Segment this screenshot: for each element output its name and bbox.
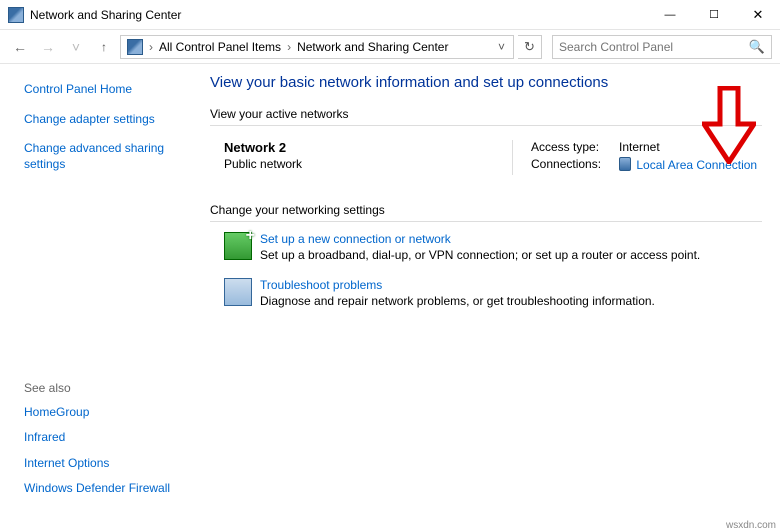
address-dropdown-icon[interactable]: ˅ [492, 40, 511, 54]
network-identity: Network 2 Public network [224, 140, 512, 175]
troubleshoot-item: Troubleshoot problems Diagnose and repai… [224, 278, 762, 308]
sidebar-control-panel-home[interactable]: Control Panel Home [24, 82, 132, 96]
network-details: Access type: Internet Connections: Local… [512, 140, 762, 175]
window-title: Network and Sharing Center [30, 8, 648, 22]
main-panel: View your basic network information and … [200, 64, 780, 517]
close-button[interactable]: ✕ [736, 0, 780, 30]
watermark: wsxdn.com [726, 520, 776, 531]
breadcrumb-current[interactable]: Network and Sharing Center [293, 40, 452, 54]
app-icon [8, 7, 24, 23]
connection-link[interactable]: Local Area Connection [636, 158, 757, 172]
breadcrumb-chevron-icon[interactable]: › [285, 40, 293, 54]
maximize-button[interactable]: ☐ [692, 0, 736, 30]
breadcrumb-chevron-icon[interactable]: › [147, 40, 155, 54]
navigation-bar: ← → ˅ ↑ › All Control Panel Items › Netw… [0, 30, 780, 64]
see-also-internet-options[interactable]: Internet Options [24, 456, 109, 470]
setup-connection-icon [224, 232, 252, 260]
forward-button[interactable]: → [36, 35, 60, 59]
sidebar: Control Panel Home Change adapter settin… [0, 64, 200, 517]
network-name: Network 2 [224, 140, 512, 155]
page-heading: View your basic network information and … [210, 74, 762, 91]
change-settings-heading: Change your networking settings [210, 203, 762, 222]
access-type-label: Access type: [531, 140, 619, 154]
see-also-section: See also HomeGroup Infrared Internet Opt… [24, 371, 190, 507]
see-also-homegroup[interactable]: HomeGroup [24, 405, 89, 419]
search-icon[interactable]: 🔍 [749, 39, 765, 55]
setup-connection-desc: Set up a broadband, dial-up, or VPN conn… [260, 248, 700, 262]
address-bar[interactable]: › All Control Panel Items › Network and … [120, 35, 514, 59]
search-box[interactable]: 🔍 [552, 35, 772, 59]
minimize-button[interactable]: — [648, 0, 692, 30]
see-also-infrared[interactable]: Infrared [24, 430, 65, 444]
see-also-firewall[interactable]: Windows Defender Firewall [24, 481, 170, 495]
access-type-value: Internet [619, 140, 660, 154]
window-controls: — ☐ ✕ [648, 0, 780, 30]
network-type: Public network [224, 157, 512, 171]
sidebar-advanced-sharing[interactable]: Change advanced sharing settings [24, 141, 164, 171]
troubleshoot-icon [224, 278, 252, 306]
ethernet-icon [619, 157, 631, 171]
search-input[interactable] [557, 39, 767, 55]
setup-connection-link[interactable]: Set up a new connection or network [260, 232, 700, 246]
connections-label: Connections: [531, 157, 619, 172]
active-networks: Network 2 Public network Access type: In… [224, 140, 762, 175]
setup-connection-item: Set up a new connection or network Set u… [224, 232, 762, 262]
troubleshoot-desc: Diagnose and repair network problems, or… [260, 294, 655, 308]
recent-locations-button[interactable]: ˅ [64, 35, 88, 59]
troubleshoot-link[interactable]: Troubleshoot problems [260, 278, 655, 292]
breadcrumb-all-items[interactable]: All Control Panel Items [155, 40, 285, 54]
sidebar-change-adapter[interactable]: Change adapter settings [24, 112, 155, 126]
refresh-button[interactable]: ↻ [518, 35, 542, 59]
see-also-heading: See also [24, 381, 190, 395]
active-networks-heading: View your active networks [210, 107, 762, 126]
content-body: Control Panel Home Change adapter settin… [0, 64, 780, 517]
title-bar: Network and Sharing Center — ☐ ✕ [0, 0, 780, 30]
location-icon [127, 39, 143, 55]
back-button[interactable]: ← [8, 35, 32, 59]
up-button[interactable]: ↑ [92, 35, 116, 59]
